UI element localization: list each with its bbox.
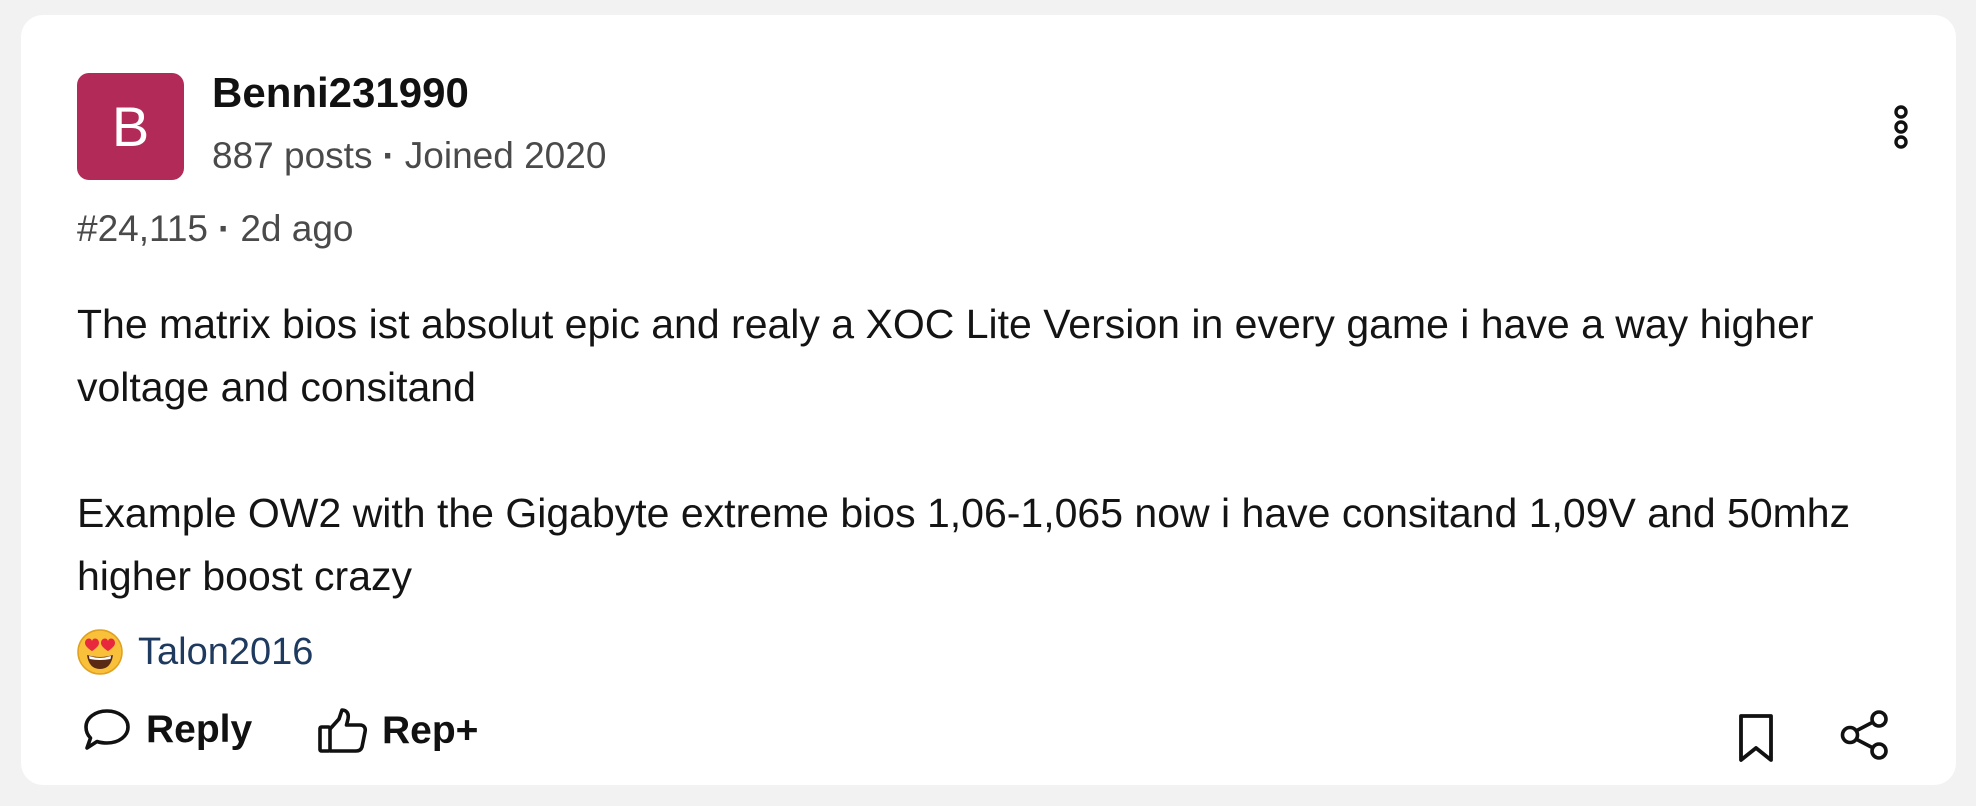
avatar-letter: B [111,94,150,158]
reply-button[interactable]: Reply [82,707,252,753]
reaction-user[interactable]: Talon2016 [138,631,313,674]
thumbs-up-icon [318,708,368,753]
meta-separator: · [382,135,395,176]
reaction[interactable]: Talon2016 [76,628,313,676]
post-number[interactable]: #24,115 [77,208,208,249]
author-name[interactable]: Benni231990 [212,69,469,117]
bookmark-button[interactable] [1733,709,1779,767]
share-button[interactable] [1836,707,1894,763]
share-icon [1840,710,1888,760]
author-meta: 887 posts · Joined 2020 [212,135,606,177]
avatar[interactable]: B [77,73,184,180]
rep-label: Rep+ [382,709,479,752]
post-meta-separator: · [218,208,231,249]
bookmark-icon [1739,714,1773,762]
speech-bubble-icon [84,709,130,750]
post-body: The matrix bios ist absolut epic and rea… [77,293,1917,608]
rep-button[interactable]: Rep+ [317,707,478,755]
post-paragraph: The matrix bios ist absolut epic and rea… [77,301,1814,410]
more-options-button[interactable] [1883,101,1919,153]
post-card: B Benni231990 887 posts · Joined 2020 #24,… [21,15,1956,785]
post-meta: #24,115 · 2d ago [77,208,354,250]
post-paragraph: Example OW2 with the Gigabyte extreme bi… [77,490,1851,599]
heart-eyes-emoji-icon [77,629,123,675]
author-post-count: 887 posts [212,135,373,176]
post-time: 2d ago [240,208,354,249]
author-joined: Joined 2020 [404,135,607,176]
vertical-ellipsis-icon [1894,105,1908,149]
reply-label: Reply [146,708,253,751]
